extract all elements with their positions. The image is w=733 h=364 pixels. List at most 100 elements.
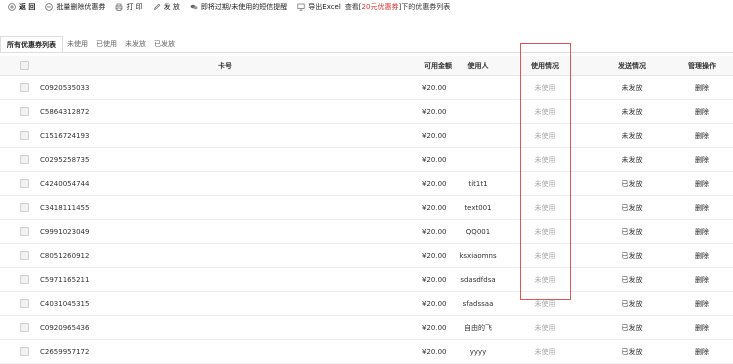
row-select-cell [18,220,30,243]
caption-prefix: 查看[ [344,3,362,11]
card-number: C1516724193 [40,131,90,140]
user-name: tit1t1 [468,179,488,188]
table-body: C0920535033 ¥20.00 未使用 未发放 删除 C5864312872 ¥20.… [0,76,733,364]
row-select-cell [18,172,30,195]
filter-tabs: 所有优惠券列表 未使用 已使用 未发放 已发放 [0,36,179,52]
tab-not-distributed[interactable]: 未发放 [121,36,150,52]
table-row: C8051260912 ¥20.00 ksxiaomns 未使用 已发放 删除 [0,244,733,268]
delete-link[interactable]: 删除 [695,227,709,237]
table-row: C5864312872 ¥20.00 未使用 未发放 删除 [0,100,733,124]
row-checkbox[interactable] [19,323,29,332]
sms-reminder-button[interactable]: 即将过期/未使用的短信提醒 [190,2,287,12]
table-row: C0920965436 ¥20.00 自由的飞 未使用 已发放 删除 [0,316,733,340]
table-row: C0920535033 ¥20.00 未使用 未发放 删除 [0,76,733,100]
row-checkbox[interactable] [19,179,29,188]
coupon-table: 卡号 可用金额 使用人 使用情况 发送情况 管理操作 C0920535033 ¥2… [0,56,733,364]
user-name: ksxiaomns [459,251,497,260]
tab-unused[interactable]: 未使用 [63,36,92,52]
row-checkbox[interactable] [19,107,29,116]
card-number: C4240054744 [40,179,90,188]
coupon-name-highlight: 20元优惠券 [361,3,399,11]
user-name: sfadssaa [462,299,494,308]
delete-link[interactable]: 删除 [695,323,709,333]
select-all-cell [18,56,30,75]
send-status: 已发放 [621,179,643,188]
table-row: C5971165211 ¥20.00 sdasdfdsa 未使用 已发放 删除 [0,268,733,292]
manage-cell: 删除 [680,340,724,363]
manage-cell: 删除 [680,172,724,195]
tab-used[interactable]: 已使用 [92,36,121,52]
row-checkbox[interactable] [19,347,29,356]
card-number: C9991023049 [40,227,90,236]
batch-delete-button[interactable]: 批量删除优惠券 [45,2,105,12]
usage-status: 未使用 [534,347,556,356]
card-number: C3418111455 [40,203,90,212]
card-number: C0920535033 [40,83,90,92]
delete-link[interactable]: 删除 [695,251,709,261]
header-card-no: 卡号 [218,61,232,70]
send-status: 未发放 [621,155,643,164]
row-checkbox[interactable] [19,227,29,236]
table-row: C4240054744 ¥20.00 tit1t1 未使用 已发放 删除 [0,172,733,196]
back-button[interactable]: 返 回 [8,2,35,12]
user-name [452,148,504,171]
send-status: 已发放 [621,227,643,236]
export-excel-button[interactable]: 导出Excel [297,2,341,12]
manage-cell: 删除 [680,292,724,315]
usage-status: 未使用 [534,203,556,212]
select-all-checkbox[interactable] [19,61,29,70]
delete-link[interactable]: 删除 [695,83,709,93]
usage-status: 未使用 [534,323,556,332]
delete-link[interactable]: 删除 [695,155,709,165]
row-select-cell [18,148,30,171]
table-row: C1516724193 ¥20.00 未使用 未发放 删除 [0,124,733,148]
row-checkbox[interactable] [19,275,29,284]
card-number: C4031045315 [40,299,90,308]
usage-status: 未使用 [534,299,556,308]
usage-status: 未使用 [534,275,556,284]
caption-suffix: ]下的优惠券列表 [398,3,451,11]
minus-circle-icon [45,3,54,11]
delete-link[interactable]: 删除 [695,131,709,141]
send-status: 已发放 [621,251,643,260]
print-label: 打 印 [126,3,143,11]
row-select-cell [18,268,30,291]
delete-link[interactable]: 删除 [695,347,709,357]
usage-status: 未使用 [534,251,556,260]
send-status: 已发放 [621,323,643,332]
row-select-cell [18,196,30,219]
list-caption: 查看[20元优惠券]下的优惠券列表 [345,2,450,12]
row-checkbox[interactable] [19,203,29,212]
table-row: C3418111455 ¥20.00 text001 未使用 已发放 删除 [0,196,733,220]
back-arrow-icon [8,3,16,11]
table-row: C0295258735 ¥20.00 未使用 未发放 删除 [0,148,733,172]
delete-link[interactable]: 删除 [695,107,709,117]
delete-link[interactable]: 删除 [695,179,709,189]
user-name [452,124,504,147]
export-excel-label: 导出Excel [308,3,341,11]
row-checkbox[interactable] [19,131,29,140]
user-name [452,76,504,99]
batch-delete-label: 批量删除优惠券 [56,3,106,11]
delete-link[interactable]: 删除 [695,275,709,285]
usage-status: 未使用 [534,227,556,236]
delete-link[interactable]: 删除 [695,203,709,213]
print-button[interactable]: 打 印 [115,2,143,12]
usage-status: 未使用 [534,179,556,188]
row-checkbox[interactable] [19,155,29,164]
delete-link[interactable]: 删除 [695,299,709,309]
tab-distributed[interactable]: 已发放 [150,36,179,52]
table-row: C4031045315 ¥20.00 sfadssaa 未使用 已发放 删除 [0,292,733,316]
toolbar: 返 回 批量删除优惠券 打 印 发 放 即将过期/未使用的短信提醒 导出Exce… [0,0,733,14]
distribute-button[interactable]: 发 放 [153,2,180,12]
table-header: 卡号 可用金额 使用人 使用情况 发送情况 管理操作 [0,56,733,76]
table-row: C2659957172 ¥20.00 yyyy 未使用 已发放 删除 [0,340,733,364]
send-status: 已发放 [621,299,643,308]
card-number: C2659957172 [40,347,90,356]
row-checkbox[interactable] [19,83,29,92]
tab-all-coupons[interactable]: 所有优惠券列表 [0,36,63,52]
row-checkbox[interactable] [19,299,29,308]
back-label: 返 回 [19,3,36,11]
row-checkbox[interactable] [19,251,29,260]
user-name [452,100,504,123]
